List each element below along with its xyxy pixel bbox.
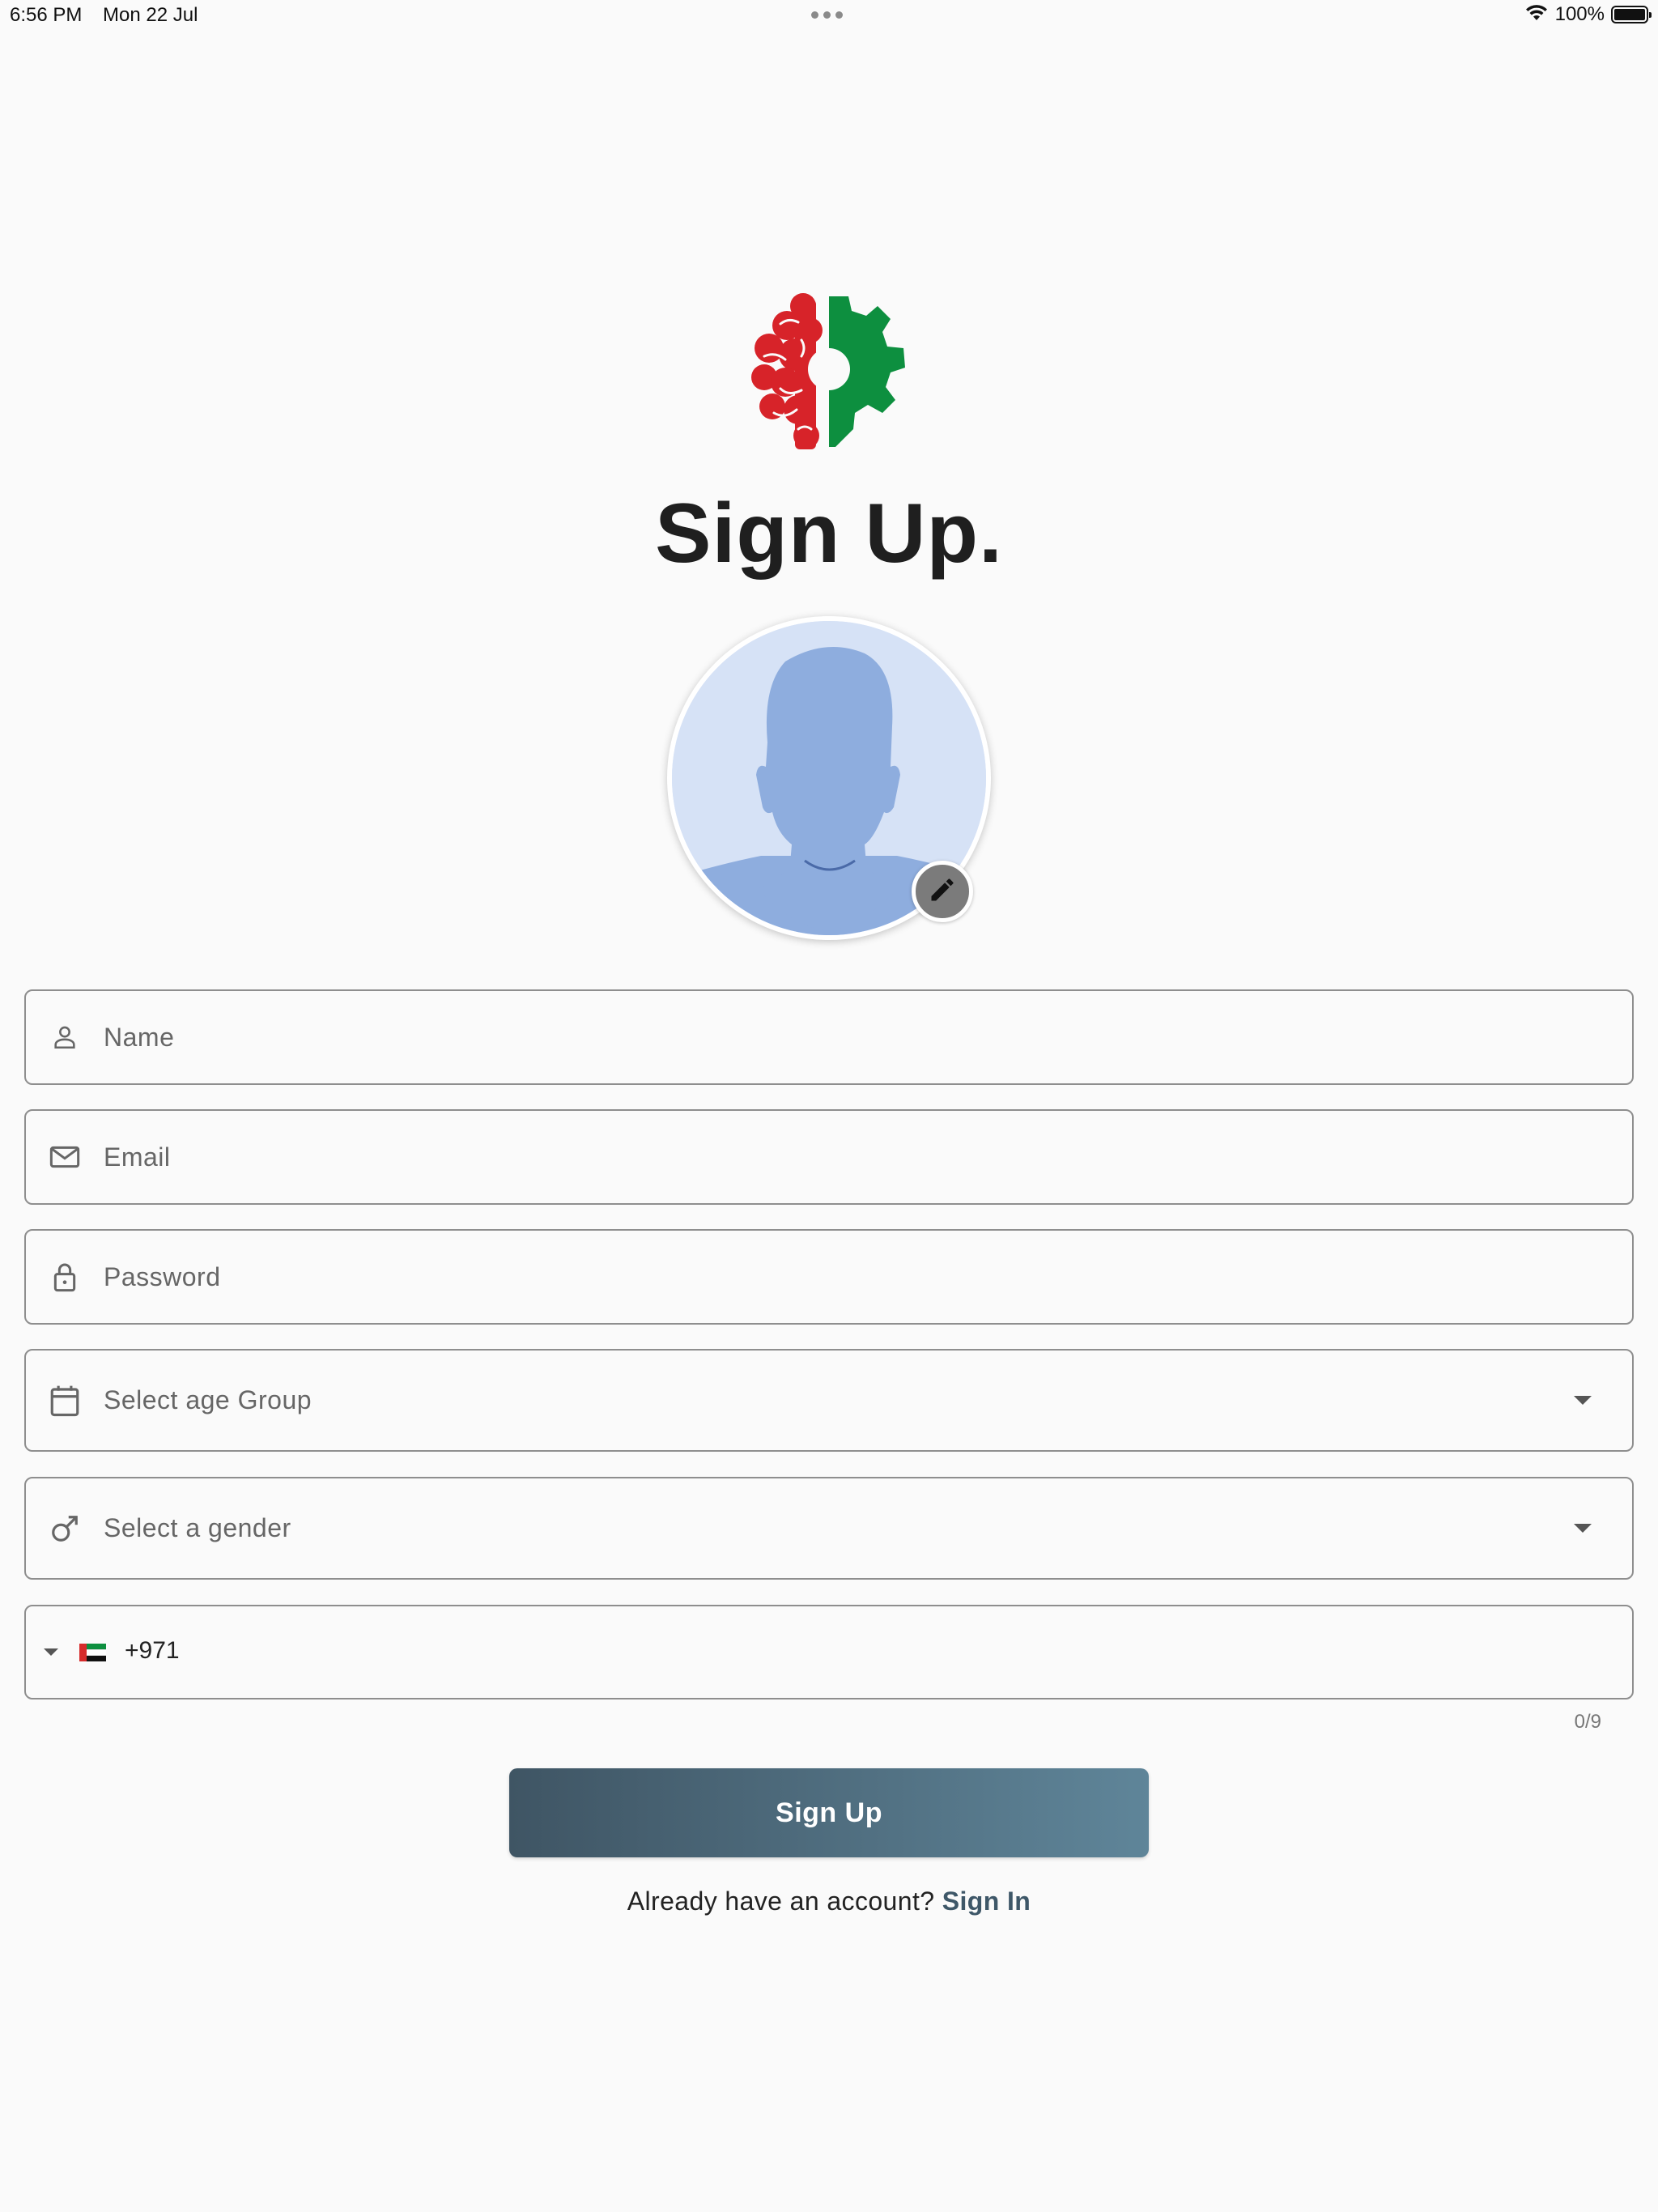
phone-char-counter: 0/9 xyxy=(1574,1711,1601,1733)
status-bar: 6:56 PM Mon 22 Jul 100% xyxy=(0,0,1658,32)
pencil-icon xyxy=(928,875,957,908)
calendar-icon xyxy=(47,1383,83,1419)
sign-up-button[interactable]: Sign Up xyxy=(509,1768,1149,1857)
gender-placeholder: Select a gender xyxy=(104,1513,291,1542)
lock-icon xyxy=(47,1259,83,1295)
password-placeholder: Password xyxy=(104,1261,221,1291)
age-group-select[interactable]: Select age Group xyxy=(24,1349,1634,1452)
multitasking-dots-icon[interactable] xyxy=(811,11,843,19)
gender-select[interactable]: Select a gender xyxy=(24,1477,1634,1580)
mail-icon xyxy=(47,1139,83,1175)
battery-percent: 100% xyxy=(1554,3,1605,25)
status-time: 6:56 PM xyxy=(10,4,83,26)
battery-icon xyxy=(1611,6,1652,23)
name-field[interactable]: Name xyxy=(24,989,1634,1085)
status-date: Mon 22 Jul xyxy=(103,4,198,26)
country-dropdown-icon[interactable] xyxy=(44,1648,58,1656)
dial-code: +971 xyxy=(125,1637,180,1664)
sign-in-prompt-text: Already have an account? xyxy=(627,1887,935,1916)
sign-in-link[interactable]: Sign In xyxy=(942,1887,1031,1916)
email-field[interactable]: Email xyxy=(24,1109,1634,1205)
chevron-down-icon xyxy=(1574,1524,1592,1533)
age-group-placeholder: Select age Group xyxy=(104,1385,312,1414)
email-placeholder: Email xyxy=(104,1142,171,1172)
name-placeholder: Name xyxy=(104,1022,175,1052)
password-field[interactable]: Password xyxy=(24,1229,1634,1325)
sign-in-prompt: Already have an account? Sign In xyxy=(0,1887,1658,1916)
edit-avatar-button[interactable] xyxy=(912,861,973,922)
chevron-down-icon xyxy=(1574,1396,1592,1405)
wifi-icon xyxy=(1524,4,1549,26)
page-title: Sign Up. xyxy=(655,487,1003,581)
app-logo xyxy=(745,291,915,453)
person-icon xyxy=(47,1019,83,1055)
avatar-container xyxy=(667,616,991,940)
uae-flag-icon[interactable] xyxy=(79,1644,106,1662)
status-right: 100% xyxy=(1524,3,1652,26)
phone-field[interactable]: +971 xyxy=(24,1605,1634,1699)
male-icon xyxy=(47,1511,83,1546)
